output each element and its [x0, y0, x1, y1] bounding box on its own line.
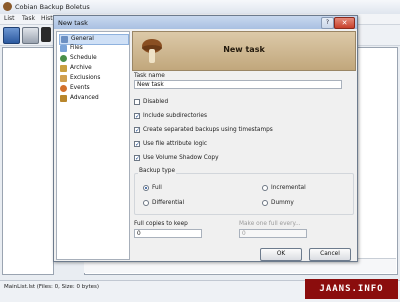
dialog-banner: New task [132, 31, 356, 71]
nav-item-events[interactable]: Events [59, 84, 127, 93]
nav-item-label: Events [70, 85, 90, 91]
app-title-bar: Cobian Backup Boletus [0, 0, 400, 15]
backup-type-label: Backup type [138, 168, 177, 174]
banner-title: New task [223, 45, 265, 54]
nav-item-files[interactable]: Files [59, 44, 127, 53]
advanced-icon [60, 95, 67, 102]
full-radio[interactable] [143, 185, 149, 191]
timestamps-checkbox[interactable]: ✓ [134, 127, 140, 134]
differential-radio[interactable] [143, 200, 149, 206]
nav-item-advanced[interactable]: Advanced [59, 94, 127, 103]
incremental-label: Incremental [271, 185, 306, 191]
timestamps-label: Create separated backups using timestamp… [143, 127, 273, 133]
dialog-title-bar: New task ? ✕ [54, 16, 357, 29]
task-name-label: Task name [134, 73, 165, 79]
disabled-label: Disabled [143, 99, 169, 105]
new-task-dialog: New task ? ✕ General Files Schedule Arch… [53, 15, 358, 262]
watermark-logo: JAANS.INFO [305, 279, 398, 299]
include-subdirectories-checkbox[interactable]: ✓ [134, 113, 140, 120]
files-icon [60, 45, 67, 52]
nav-item-schedule[interactable]: Schedule [59, 54, 127, 63]
attribute-logic-label: Use file attribute logic [143, 141, 208, 147]
gear-icon [61, 36, 68, 43]
full-copies-label: Full copies to keep [134, 221, 188, 227]
dialog-nav: General Files Schedule Archive Exclusion… [56, 31, 130, 260]
nav-item-label: Exclusions [70, 75, 101, 81]
incremental-radio[interactable] [262, 185, 268, 191]
events-icon [60, 85, 67, 92]
disabled-checkbox[interactable] [134, 99, 140, 105]
backup-type-group: Full Incremental Differential Dummy [134, 173, 354, 215]
task-name-input[interactable]: New task [134, 80, 342, 89]
archive-icon [60, 65, 67, 72]
nav-item-label: General [71, 36, 94, 42]
exclusions-icon [60, 75, 67, 82]
status-text: MainList.lst (Files: 0, Size: 0 bytes) [4, 284, 100, 290]
volume-shadow-label: Use Volume Shadow Copy [143, 155, 219, 161]
full-copies-input[interactable]: 0 [134, 229, 202, 238]
menu-list[interactable]: List [4, 15, 15, 22]
clock-icon [60, 55, 67, 62]
dummy-radio[interactable] [262, 200, 268, 206]
include-subdirectories-label: Include subdirectories [143, 113, 208, 119]
make-full-input[interactable]: 0 [239, 229, 307, 238]
help-button[interactable]: ? [321, 17, 334, 29]
nav-item-archive[interactable]: Archive [59, 64, 127, 73]
dialog-title: New task [58, 19, 88, 27]
nav-item-label: Advanced [70, 95, 99, 101]
task-list-pane[interactable] [2, 47, 54, 275]
disk-icon[interactable] [22, 27, 39, 44]
close-button[interactable]: ✕ [334, 17, 355, 29]
ok-button[interactable]: OK [260, 248, 302, 261]
nav-item-label: Files [70, 45, 83, 51]
app-logo-icon [3, 2, 12, 11]
app-title: Cobian Backup Boletus [15, 3, 90, 11]
menu-task[interactable]: Task [22, 15, 35, 22]
nav-item-exclusions[interactable]: Exclusions [59, 74, 127, 83]
differential-label: Differential [152, 200, 185, 206]
dummy-label: Dummy [271, 200, 294, 206]
make-full-label: Make one full every... [239, 221, 301, 227]
cancel-button[interactable]: Cancel [309, 248, 351, 261]
full-label: Full [152, 185, 162, 191]
cut-icon[interactable] [41, 27, 51, 42]
attribute-logic-checkbox[interactable]: ✓ [134, 141, 140, 148]
save-icon[interactable] [3, 27, 20, 44]
volume-shadow-checkbox[interactable]: ✓ [134, 155, 140, 162]
nav-item-label: Schedule [70, 55, 97, 61]
nav-item-label: Archive [70, 65, 92, 71]
